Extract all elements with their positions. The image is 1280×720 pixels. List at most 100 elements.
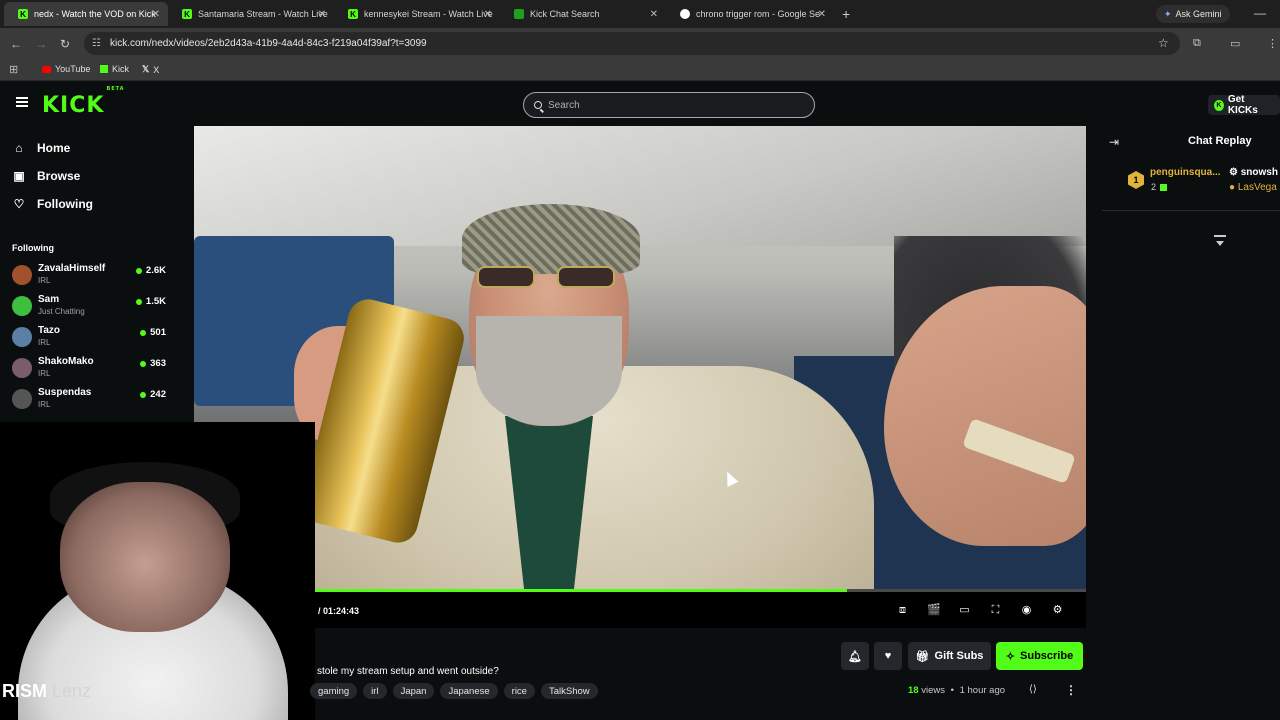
following-channel-sam[interactable]: Sam Just Chatting 1.5K <box>12 294 170 322</box>
chat-username[interactable]: penguinsqua... <box>1150 167 1221 178</box>
reload-icon[interactable]: ↻ <box>60 37 70 51</box>
theater-mode-icon[interactable]: ▭ <box>958 604 971 616</box>
chat-reply-user[interactable]: ⚙︎ snowsh <box>1229 167 1278 178</box>
chat-reply-text: ● LasVega <box>1229 182 1277 193</box>
channel-category: IRL <box>38 338 51 347</box>
sidepanel-icon[interactable]: ▭ <box>1230 37 1240 50</box>
following-channel-tazo[interactable]: Tazo IRL 501 <box>12 325 170 353</box>
views-count: 18 <box>908 685 919 696</box>
tag-japan[interactable]: Japan <box>392 683 435 699</box>
url-text: kick.com/nedx/videos/2eb2d43a-41b9-4a4d-… <box>110 38 427 49</box>
menu-icon[interactable]: ⋮ <box>1267 37 1278 50</box>
new-tab-button[interactable]: + <box>842 6 850 22</box>
stats-separator: • <box>950 685 954 696</box>
close-tab-icon[interactable]: ✕ <box>318 9 326 20</box>
viewer-count: 242 <box>140 389 166 400</box>
kicks-coin-icon: K <box>1214 99 1224 111</box>
share-icon[interactable]: ⟨⟩ <box>1029 684 1037 695</box>
bookmark-youtube[interactable]: YouTube <box>42 64 90 74</box>
hamburger-menu-icon[interactable] <box>16 97 28 107</box>
video-player[interactable] <box>194 126 1086 608</box>
channel-category: IRL <box>38 369 51 378</box>
following-channel-zavalahimself[interactable]: ZavalaHimself IRL 2.6K <box>12 263 170 291</box>
close-tab-icon[interactable]: ✕ <box>650 9 658 20</box>
live-dot-icon <box>140 329 147 336</box>
chat-title: Chat Replay <box>1188 135 1252 147</box>
tab-title: Santamaria Stream - Watch Live <box>198 9 328 19</box>
channel-category: Just Chatting <box>38 307 85 316</box>
sidebar-item-browse[interactable]: ▣ Browse <box>12 169 80 183</box>
kick-icon: K <box>182 9 192 19</box>
ask-gemini-label: Ask Gemini <box>1175 9 1222 19</box>
bookmark-label: YouTube <box>55 64 91 74</box>
url-field[interactable]: ☷ kick.com/nedx/videos/2eb2d43a-41b9-4a4… <box>84 32 1180 55</box>
following-channel-shakomako[interactable]: ShakoMako IRL 363 <box>12 356 170 384</box>
close-tab-icon[interactable]: ✕ <box>818 9 826 20</box>
channel-name: Sam <box>38 294 60 305</box>
webcam-watermark: RISM Lenz <box>2 681 91 702</box>
rank-number: 1 <box>1133 175 1139 185</box>
back-icon[interactable]: ← <box>10 37 22 51</box>
star-icon: ✧ <box>1005 650 1016 663</box>
more-options-icon[interactable]: ⋮ <box>1065 683 1077 697</box>
sidebar-item-following[interactable]: ♡ Following <box>12 197 93 211</box>
subscribe-button[interactable]: ✧ Subscribe <box>996 642 1083 670</box>
rank-badge-icon: 1 <box>1128 171 1144 189</box>
kick-logo[interactable]: KICKBETA <box>42 86 124 118</box>
gift-subs-button[interactable]: 🎁︎ Gift Subs <box>908 642 991 670</box>
webcam-person-head <box>60 482 230 632</box>
minimize-window-icon[interactable]: — <box>1254 6 1266 20</box>
site-settings-icon[interactable]: ☷ <box>92 38 101 49</box>
playback-speed-icon[interactable]: ◉ <box>1020 604 1033 616</box>
bookmark-kick[interactable]: Kick <box>100 64 129 74</box>
apps-grid-icon[interactable]: ⊞ <box>9 63 18 76</box>
notification-bell-button[interactable]: 🔔︎ <box>841 642 869 670</box>
search-input[interactable]: Search <box>523 92 815 118</box>
channel-name: Tazo <box>38 325 61 336</box>
collapse-chat-icon[interactable]: ⇥ <box>1109 135 1119 149</box>
browser-tab-nedx[interactable]: K nedx - Watch the VOD on Kick ✕ <box>4 2 168 26</box>
bookmark-x[interactable]: 𝕏 X <box>142 64 159 75</box>
browser-tab-bar: K nedx - Watch the VOD on Kick ✕ K Santa… <box>0 0 1280 28</box>
following-channel-suspendas[interactable]: Suspendas IRL 242 <box>12 387 170 415</box>
miniplayer-icon[interactable]: ⧈ <box>896 604 909 616</box>
video-frame-glasses <box>477 266 619 288</box>
subscribe-label: Subscribe <box>1020 650 1074 662</box>
viewer-count: 501 <box>140 327 166 338</box>
ask-gemini-button[interactable]: ✦ Ask Gemini <box>1156 5 1230 23</box>
clip-icon[interactable]: 🎬 <box>927 604 941 616</box>
scroll-to-bottom-icon[interactable] <box>1214 235 1226 246</box>
settings-gear-icon[interactable]: ⚙ <box>1051 604 1064 616</box>
follow-heart-button[interactable]: ♥ <box>874 642 902 670</box>
forward-icon[interactable]: → <box>35 37 47 51</box>
close-tab-icon[interactable]: ✕ <box>484 9 492 20</box>
viewer-count: 1.5K <box>135 296 166 307</box>
tag-talkshow[interactable]: TalkShow <box>540 683 598 699</box>
viewer-count: 2.6K <box>135 265 166 276</box>
bookmark-star-icon[interactable]: ☆ <box>1158 36 1169 50</box>
live-dot-icon <box>140 391 147 398</box>
search-placeholder: Search <box>548 99 580 111</box>
live-dot-icon <box>140 360 147 367</box>
channel-category: IRL <box>38 400 51 409</box>
browser-tab-santamaria[interactable]: K Santamaria Stream - Watch Live ✕ <box>168 2 334 26</box>
sidebar-item-home[interactable]: ⌂ Home <box>12 141 70 155</box>
fullscreen-icon[interactable]: ⛶ <box>989 604 1002 616</box>
extensions-icon[interactable]: ⧉ <box>1193 37 1201 50</box>
browser-tab-kennesykei[interactable]: K kennesykei Stream - Watch Live ✕ <box>334 2 500 26</box>
tag-rice[interactable]: rice <box>503 683 535 699</box>
tag-irl[interactable]: irl <box>363 683 387 699</box>
channel-name: Suspendas <box>38 387 92 398</box>
browser-tab-google[interactable]: chrono trigger rom - Google Se ✕ <box>666 2 834 26</box>
kick-page: KICKBETA Search K Get KICKs ⌂ Home ▣ Bro… <box>0 81 1280 720</box>
get-kicks-button[interactable]: K Get KICKs <box>1208 94 1280 116</box>
logo-text: KICK <box>42 93 105 118</box>
tag-japanese[interactable]: Japanese <box>440 683 498 699</box>
close-tab-icon[interactable]: ✕ <box>152 9 160 20</box>
sub-badge-icon <box>1160 183 1168 191</box>
tag-gaming[interactable]: gaming <box>310 683 358 699</box>
kick-chat-icon <box>514 9 524 19</box>
browser-tab-kick-chat-search[interactable]: Kick Chat Search ✕ <box>500 2 666 26</box>
tab-title: kennesykei Stream - Watch Live <box>364 9 493 19</box>
chat-count: 2 <box>1151 182 1157 192</box>
